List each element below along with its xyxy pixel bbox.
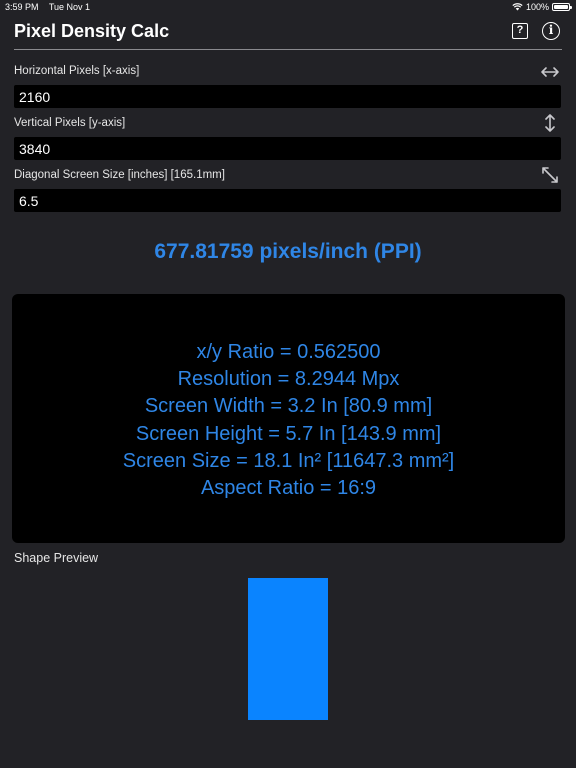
vertical-arrows-icon [545, 114, 555, 132]
result-ratio: x/y Ratio = 0.562500 [196, 341, 381, 363]
result-screen-height: Screen Height = 5.7 In [143.9 mm] [135, 422, 442, 445]
horizontal-arrows-icon [541, 67, 559, 77]
horizontal-pixels-label: Horizontal Pixels [x-axis] [14, 65, 140, 77]
result-screen-width: Screen Width = 3.2 In [80.9 mm] [144, 395, 433, 418]
vertical-pixels-label: Vertical Pixels [y-axis] [14, 117, 126, 129]
results-list: x/y Ratio = 0.562500 Resolution = 8.2944… [12, 339, 565, 502]
diagonal-arrows-icon [542, 167, 558, 183]
status-bar: 3:59 PM Tue Nov 1 100% [0, 0, 576, 14]
results-panel: x/y Ratio = 0.562500 Resolution = 8.2944… [12, 294, 565, 543]
shape-preview-label: Shape Preview [14, 551, 99, 565]
ppi-result: 677.81759 pixels/inch (PPI) [154, 240, 422, 263]
help-button[interactable]: ? [512, 23, 528, 39]
result-resolution: Resolution = 8.2944 Mpx [177, 368, 400, 391]
battery-percent: 100% [525, 2, 549, 12]
status-date: Tue Nov 1 [48, 2, 91, 12]
battery-icon [552, 3, 572, 11]
wifi-icon [512, 3, 523, 11]
title-bar: Pixel Density Calc ? i [14, 14, 562, 50]
vertical-pixels-input[interactable] [14, 137, 561, 160]
question-square-icon: ? [516, 24, 524, 36]
result-aspect-ratio: Aspect Ratio = 16:9 [200, 477, 377, 500]
app-title: Pixel Density Calc [14, 21, 170, 41]
horizontal-pixels-input[interactable] [14, 85, 561, 108]
status-time: 3:59 PM [5, 2, 39, 12]
diagonal-size-input[interactable] [14, 189, 561, 212]
result-screen-size: Screen Size = 18.1 In² [11647.3 mm²] [122, 449, 455, 472]
info-circle-icon: i [548, 23, 554, 37]
info-button[interactable]: i [542, 22, 560, 40]
diagonal-size-label: Diagonal Screen Size [inches] [165.1mm] [14, 169, 225, 181]
shape-preview-rectangle [248, 578, 328, 720]
